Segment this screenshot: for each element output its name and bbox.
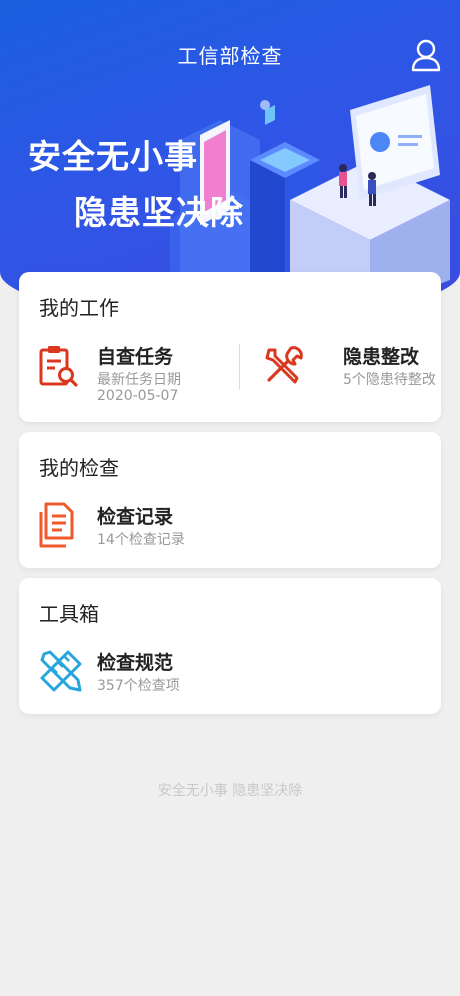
user-icon[interactable] — [410, 38, 442, 72]
footer-slogan: 安全无小事 隐患坚决除 — [157, 783, 303, 799]
check-standards-count: 357个检查项 — [97, 678, 180, 694]
check-standards-entry[interactable]: 检查规范 357个检查项 — [19, 638, 441, 708]
toolbox-title: 工具箱 — [39, 602, 99, 626]
divider — [239, 344, 240, 390]
banner-slogan-line1: 安全无小事 — [28, 137, 198, 176]
banner-slogan-line2: 隐患坚决除 — [74, 193, 244, 232]
my-work-title: 我的工作 — [39, 296, 119, 320]
clipboard-search-icon — [39, 346, 78, 387]
check-records-label: 检查记录 — [97, 506, 174, 528]
self-check-task-date-label: 最新任务日期 — [97, 372, 181, 388]
ruler-pencil-icon — [40, 650, 82, 692]
page-title: 工信部检查 — [177, 44, 283, 68]
documents-icon — [39, 502, 74, 548]
check-records-count: 14个检查记录 — [97, 532, 185, 548]
hazard-rectify-label: 隐患整改 — [343, 346, 420, 368]
my-work-card: 我的工作 自查任务 最新任务日期 2020-05-07 隐患整改 5个隐患待整改 — [19, 272, 441, 422]
my-check-card: 我的检查 检查记录 14个检查记录 — [19, 432, 441, 568]
self-check-task-date: 2020-05-07 — [97, 388, 179, 404]
toolbox-card: 工具箱 检查规范 357个检查项 — [19, 578, 441, 714]
hazard-rectify-count: 5个隐患待整改 — [343, 372, 436, 388]
hazard-rectify-entry[interactable]: 隐患整改 5个隐患待整改 — [249, 332, 441, 412]
self-check-task-entry[interactable]: 自查任务 最新任务日期 2020-05-07 — [19, 332, 229, 412]
my-check-title: 我的检查 — [39, 456, 119, 480]
self-check-task-label: 自查任务 — [97, 346, 174, 368]
check-records-entry[interactable]: 检查记录 14个检查记录 — [19, 492, 441, 562]
check-standards-label: 检查规范 — [97, 652, 174, 674]
tools-icon — [265, 346, 303, 384]
